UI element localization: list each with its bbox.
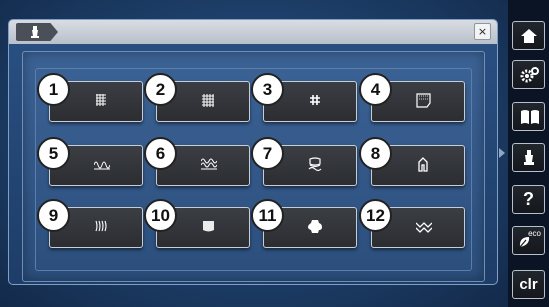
stitch-number-badge: 10	[144, 199, 177, 232]
leather-stitch-icon	[308, 220, 322, 233]
presser-foot-icon	[31, 26, 39, 38]
decorative-stitch-icon	[416, 222, 432, 233]
clear-button[interactable]: clr	[512, 270, 545, 299]
help-label: ?	[523, 189, 534, 209]
manual-button[interactable]	[512, 102, 545, 131]
right-sidebar: ? eco clr	[508, 0, 549, 307]
overlock-stitch-icon	[201, 158, 217, 170]
book-icon	[521, 110, 539, 124]
eco-button[interactable]: eco	[512, 226, 545, 255]
darning-stitch-icon	[310, 95, 320, 105]
presser-foot-button[interactable]	[512, 143, 545, 172]
setup-gear-icon	[520, 67, 539, 83]
expand-arrow-icon[interactable]	[499, 148, 505, 158]
stitch-number-badge: 7	[251, 137, 284, 170]
stitch-number-badge: 3	[251, 73, 284, 106]
stitch-number-badge: 12	[359, 199, 392, 232]
stitch-number-badge: 11	[251, 199, 284, 232]
stitch-number-badge: 8	[359, 137, 392, 170]
content-area: 1 2 3 4 5 6 7 8 9 10 11 12	[22, 51, 485, 282]
stretch-stitch-icon	[94, 161, 110, 170]
blind-hem-stitch-icon	[203, 221, 214, 232]
straight-stitch-icon	[96, 94, 106, 106]
setup-button[interactable]	[512, 60, 545, 89]
honeycomb-stitch-icon	[308, 157, 322, 172]
dialog-header: ×	[9, 20, 497, 44]
stitch-number-badge: 4	[359, 73, 392, 106]
stitch-number-badge: 9	[37, 199, 70, 232]
stitch-number-badge: 2	[144, 73, 177, 106]
stitch-number-badge: 5	[37, 137, 70, 170]
zigzag-stitch-icon	[202, 94, 214, 107]
presser-foot-icon	[524, 150, 534, 165]
home-button[interactable]	[512, 21, 545, 50]
shirt-stitch-icon	[418, 157, 428, 172]
stitch-grid-panel: 1 2 3 4 5 6 7 8 9 10 11 12	[35, 68, 472, 271]
stitch-selection-dialog: × 1 2 3 4 5 6 7 8 9 10 11 12	[8, 19, 498, 285]
stitch-number-badge: 1	[37, 73, 70, 106]
eco-label: eco	[528, 229, 541, 238]
clear-label: clr	[519, 276, 538, 293]
home-icon	[521, 29, 537, 43]
main-screen: × 1 2 3 4 5 6 7 8 9 10 11 12	[0, 0, 508, 307]
stitch-number-badge: 6	[144, 137, 177, 170]
close-button[interactable]: ×	[474, 23, 491, 40]
help-button[interactable]: ?	[512, 185, 545, 214]
quilt-stitch-icon	[95, 220, 107, 232]
header-tab[interactable]	[16, 23, 58, 41]
patch-stitch-icon	[416, 93, 431, 108]
